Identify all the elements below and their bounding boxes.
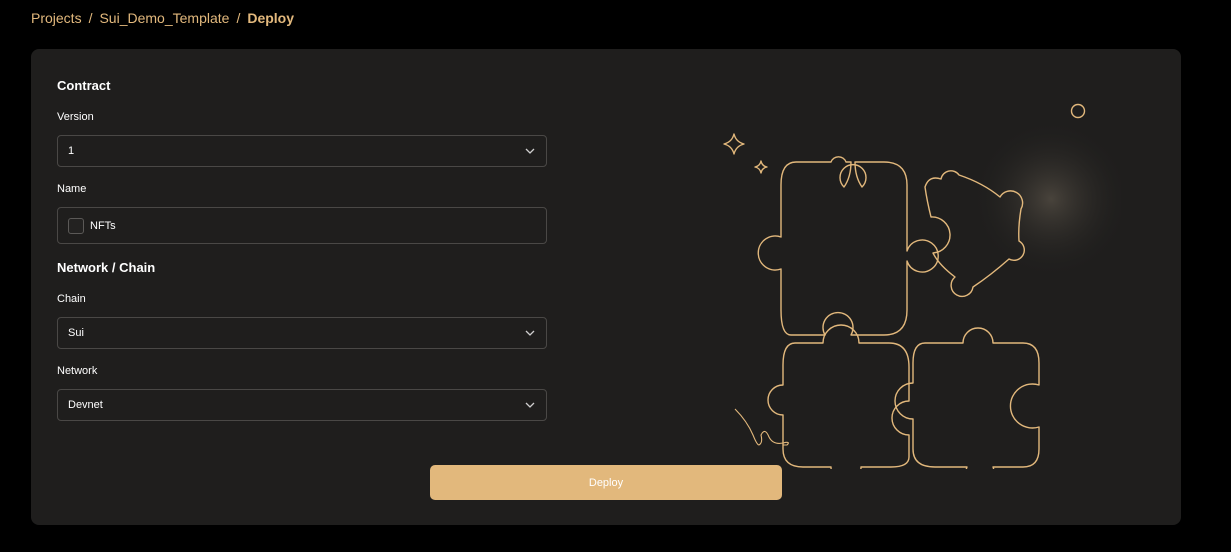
network-label: Network [57,365,98,377]
network-select[interactable]: Devnet [57,389,547,421]
breadcrumb: Projects / Sui_Demo_Template / Deploy [31,10,294,26]
glow-shape [971,119,1121,279]
version-value: 1 [68,145,75,157]
chevron-down-icon [525,330,535,336]
puzzle-illustration [723,103,1121,469]
breadcrumb-current: Deploy [247,10,295,26]
chain-select[interactable]: Sui [57,317,547,349]
name-label: Name [57,183,87,195]
breadcrumb-project-name[interactable]: Sui_Demo_Template [99,10,229,26]
breadcrumb-separator: / [236,10,241,26]
puzzle-piece [894,327,1040,469]
breadcrumb-projects[interactable]: Projects [31,10,82,26]
name-checkbox[interactable] [68,217,84,234]
chevron-down-icon [525,402,535,408]
circle-shape [1070,103,1086,119]
network-section-title: Network / Chain [57,260,156,275]
puzzle-piece [767,324,910,469]
name-value: NFTs [90,219,116,232]
version-label: Version [57,111,94,123]
breadcrumb-separator: / [88,10,93,26]
sparkle-icon [723,133,745,155]
chain-value: Sui [68,327,84,339]
chain-label: Chain [57,293,86,305]
name-field[interactable]: NFTs [57,207,547,244]
chevron-down-icon [525,148,535,154]
deploy-card: Contract Version 1 Name NFTs Network / C… [31,49,1181,525]
version-select[interactable]: 1 [57,135,547,167]
contract-section-title: Contract [57,78,111,93]
deploy-button[interactable]: Deploy [430,465,782,500]
sparkle-icon [754,160,768,174]
network-value: Devnet [68,399,103,411]
puzzle-piece [757,156,939,336]
